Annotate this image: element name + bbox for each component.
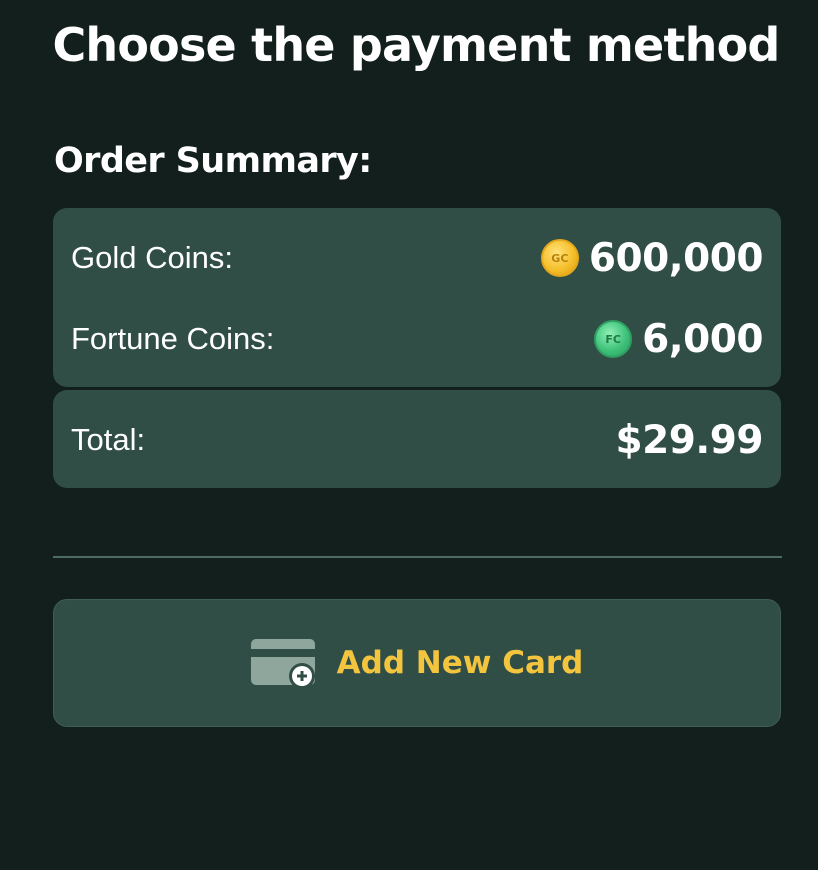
fortune-coins-row: Fortune Coins: FC 6,000	[71, 317, 763, 362]
order-summary-title: Order Summary:	[54, 141, 372, 181]
page-title: Choose the payment method	[52, 18, 780, 72]
divider	[53, 556, 782, 558]
fortune-coin-icon: FC	[594, 320, 633, 358]
fortune-coins-label: Fortune Coins:	[71, 321, 275, 356]
total-row: Total: $29.99	[71, 417, 764, 463]
gold-coins-amount: 600,000	[588, 235, 764, 281]
add-new-card-button[interactable]: Add New Card	[53, 599, 781, 727]
add-new-card-label: Add New Card	[336, 645, 584, 681]
total-label: Total:	[71, 422, 146, 457]
fortune-coins-value-group: FC 6,000	[594, 317, 763, 362]
gold-coin-icon: GC	[540, 239, 579, 277]
gold-coins-value-group: GC 600,000	[540, 235, 764, 281]
gold-coins-row: Gold Coins: GC 600,000	[71, 235, 764, 281]
coins-summary-card: Gold Coins: GC 600,000 Fortune Coins: FC…	[53, 208, 781, 387]
gold-coins-label: Gold Coins:	[71, 240, 233, 275]
total-amount: $29.99	[615, 417, 764, 463]
total-card: Total: $29.99	[53, 390, 781, 488]
fortune-coins-amount: 6,000	[642, 316, 763, 362]
credit-card-plus-icon	[250, 637, 317, 689]
